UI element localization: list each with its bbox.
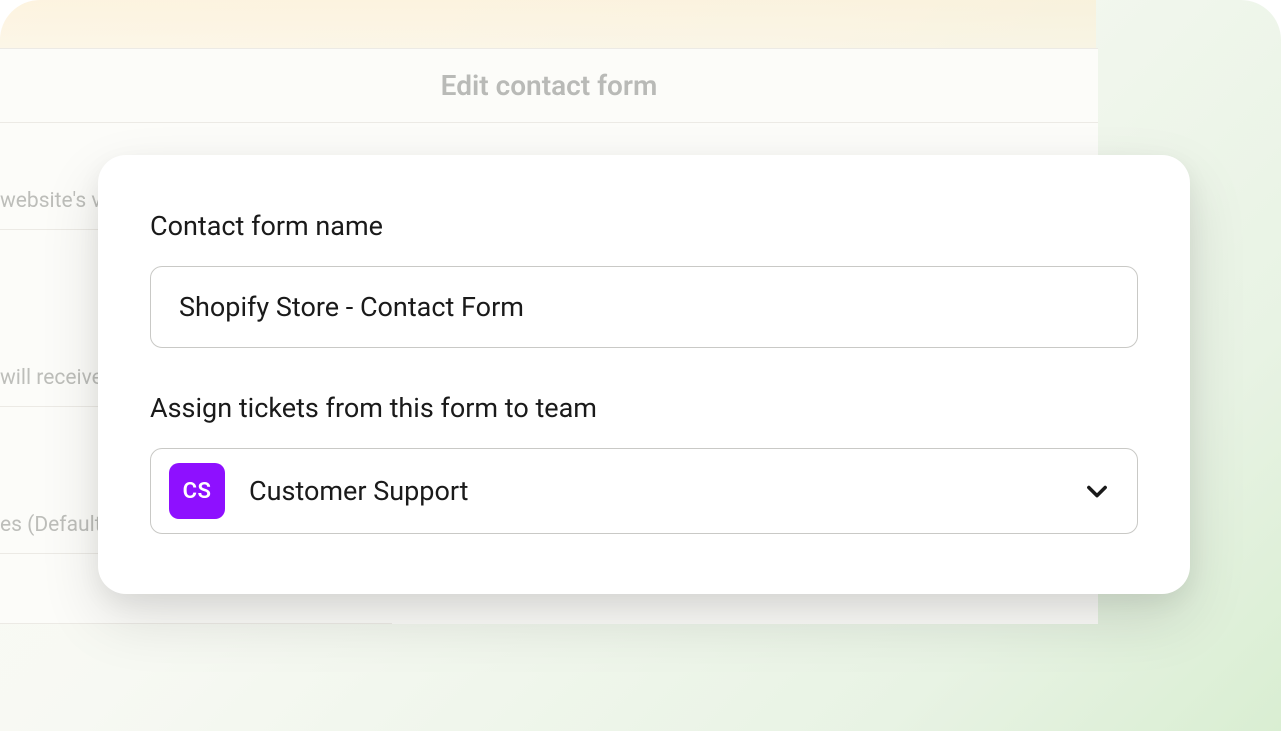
team-select-value: Customer Support bbox=[249, 475, 1083, 507]
top-banner bbox=[0, 0, 1096, 50]
contact-form-name-label: Contact form name bbox=[150, 210, 1138, 242]
background-row-text: will receive bbox=[0, 366, 103, 390]
panel-title: Edit contact form bbox=[20, 69, 1078, 102]
team-badge-text: CS bbox=[183, 479, 212, 504]
panel-header: Edit contact form bbox=[0, 49, 1098, 123]
edit-contact-form-modal: Contact form name Assign tickets from th… bbox=[98, 155, 1190, 594]
assign-team-label: Assign tickets from this form to team bbox=[150, 392, 1138, 424]
contact-form-name-group: Contact form name bbox=[150, 210, 1138, 348]
team-badge: CS bbox=[169, 463, 225, 519]
background-row-text: es (Default bbox=[0, 513, 102, 537]
assign-team-group: Assign tickets from this form to team CS… bbox=[150, 392, 1138, 534]
contact-form-name-input[interactable] bbox=[150, 266, 1138, 348]
chevron-down-icon bbox=[1083, 477, 1111, 505]
background-row-text: website's v bbox=[0, 189, 102, 213]
team-select[interactable]: CS Customer Support bbox=[150, 448, 1138, 534]
